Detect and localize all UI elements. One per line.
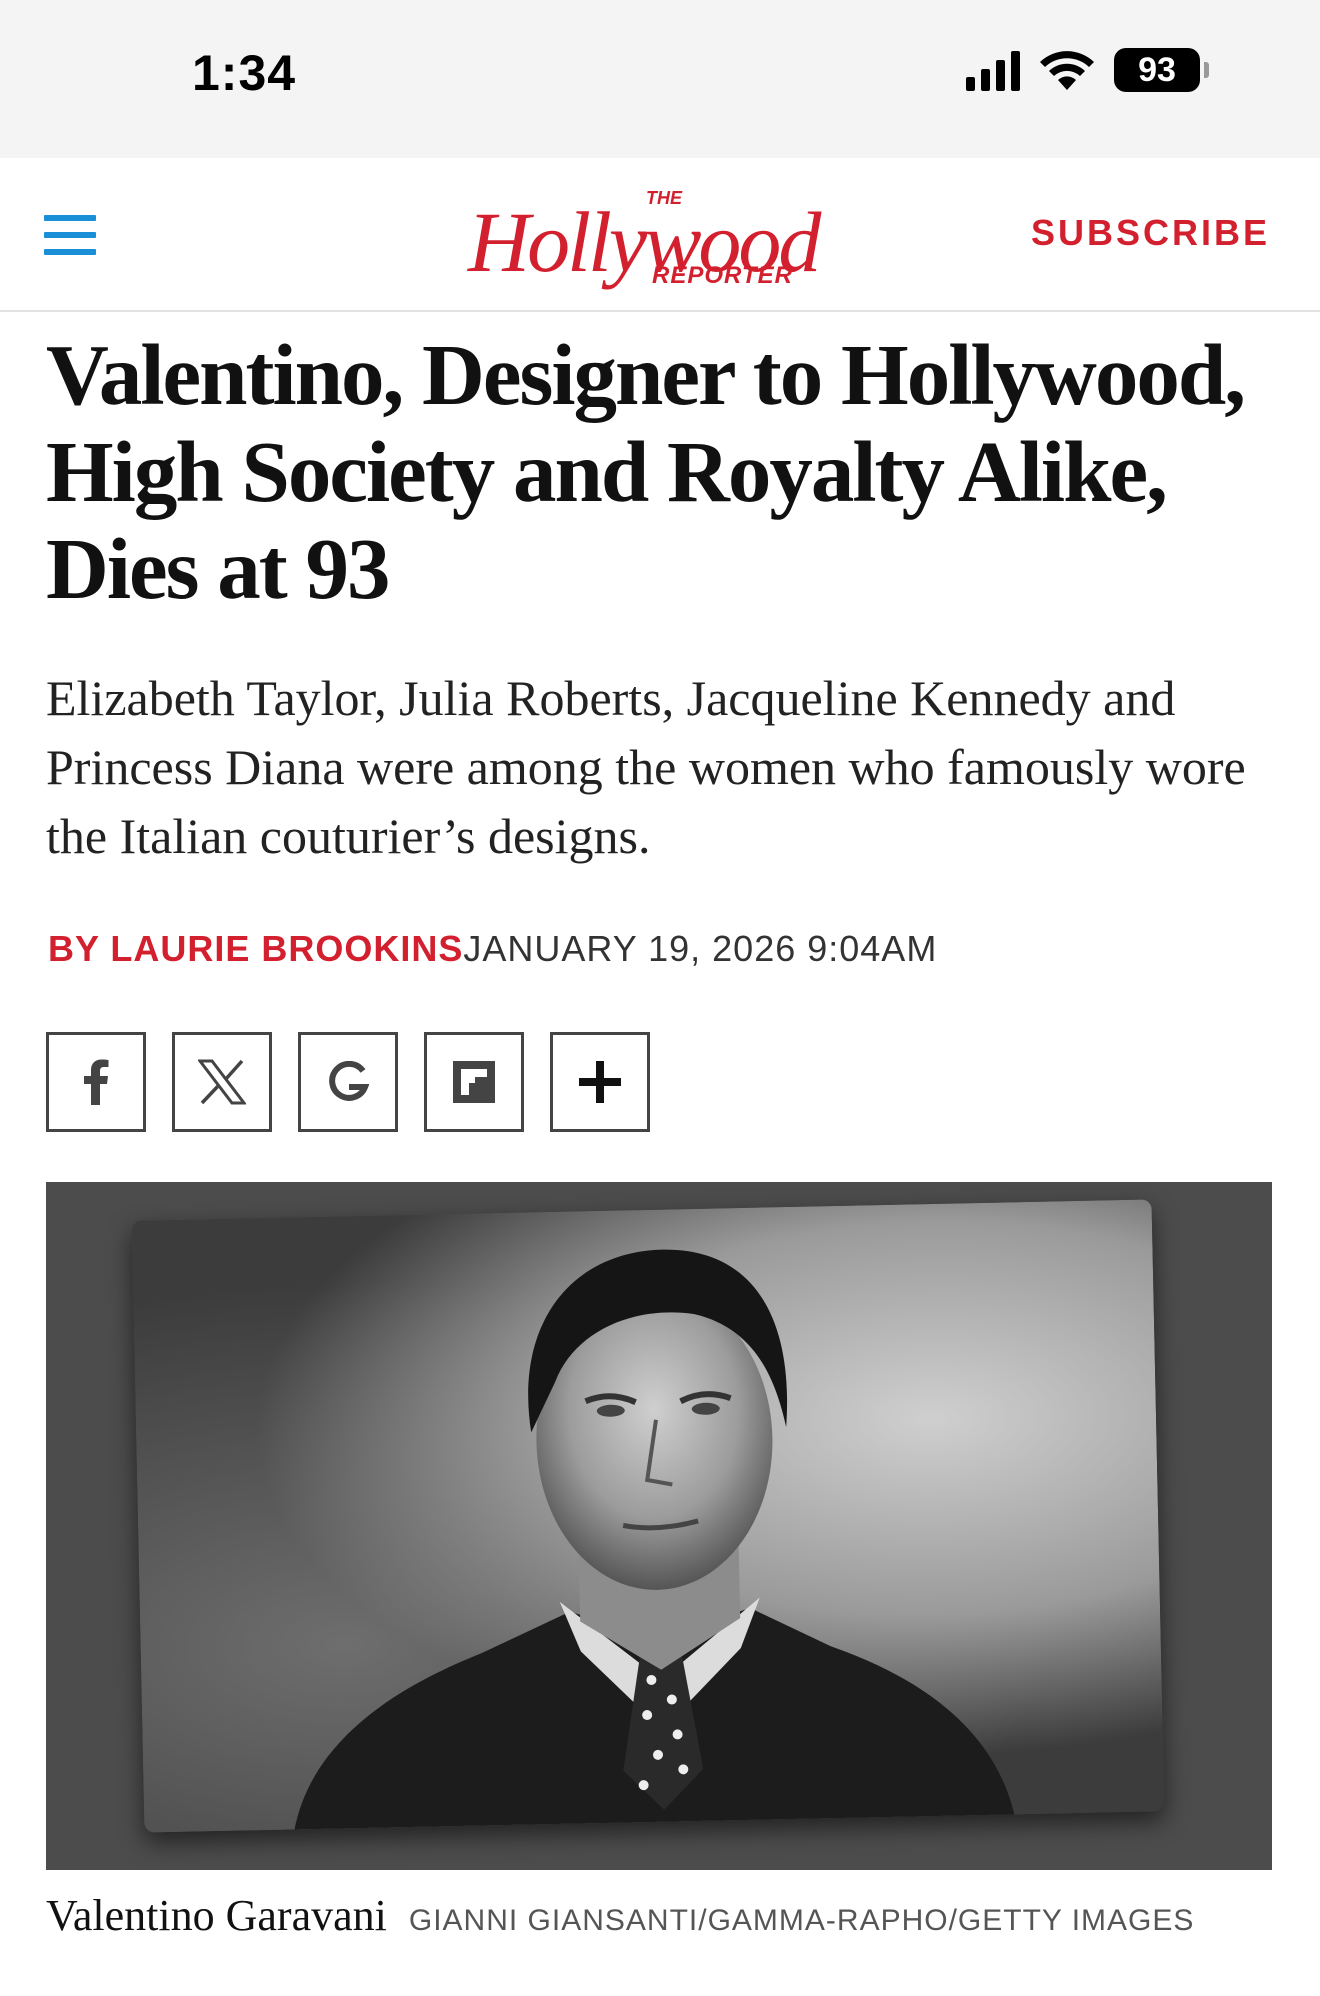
share-facebook-button[interactable] [46,1032,146,1132]
site-header: Hollywood THE REPORTER SUBSCRIBE [0,158,1320,312]
facebook-icon [84,1059,109,1105]
plus-icon [579,1061,621,1103]
article-headline: Valentino, Designer to Hollywood, High S… [46,326,1246,617]
caption-text: Valentino Garavani [46,1891,387,1940]
flipboard-icon [453,1061,495,1103]
cellular-signal-icon [966,49,1020,91]
battery-icon: 93 [1114,48,1209,92]
photo-credit: GIANNI GIANSANTI/GAMMA-RAPHO/GETTY IMAGE… [408,1904,1195,1937]
site-logo[interactable]: Hollywood THE REPORTER [460,176,860,296]
google-icon [329,1061,369,1101]
wifi-icon [1040,51,1094,90]
portrait-illustration [294,1249,1015,1830]
hamburger-menu-icon[interactable] [44,215,96,255]
share-x-button[interactable] [172,1032,272,1132]
battery-level: 93 [1138,50,1176,89]
status-time: 1:34 [192,45,297,101]
article-dek: Elizabeth Taylor, Julia Roberts, Jacquel… [46,670,1246,864]
photo-caption: Valentino Garavani GIANNI GIANSANTI/GAMMA… [46,1890,1194,1941]
share-more-button[interactable] [550,1032,650,1132]
byline-row: BY LAURIE BROOKINSJANUARY 19, 2026 9:04A… [48,928,937,970]
logo-the-text: THE [646,188,682,208]
status-bar: 1:34 93 [0,0,1320,158]
article-photo [46,1182,1272,1870]
publish-date: JANUARY 19, 2026 9:04AM [463,928,938,969]
share-google-button[interactable] [298,1032,398,1132]
photo-print [131,1199,1165,1833]
author-link[interactable]: BY LAURIE BROOKINS [48,928,463,969]
share-flipboard-button[interactable] [424,1032,524,1132]
x-icon [198,1059,246,1105]
share-buttons [46,1032,650,1132]
status-icons: 93 [966,48,1209,92]
subscribe-link[interactable]: SUBSCRIBE [1031,212,1270,254]
logo-reporter-text: REPORTER [652,262,793,289]
